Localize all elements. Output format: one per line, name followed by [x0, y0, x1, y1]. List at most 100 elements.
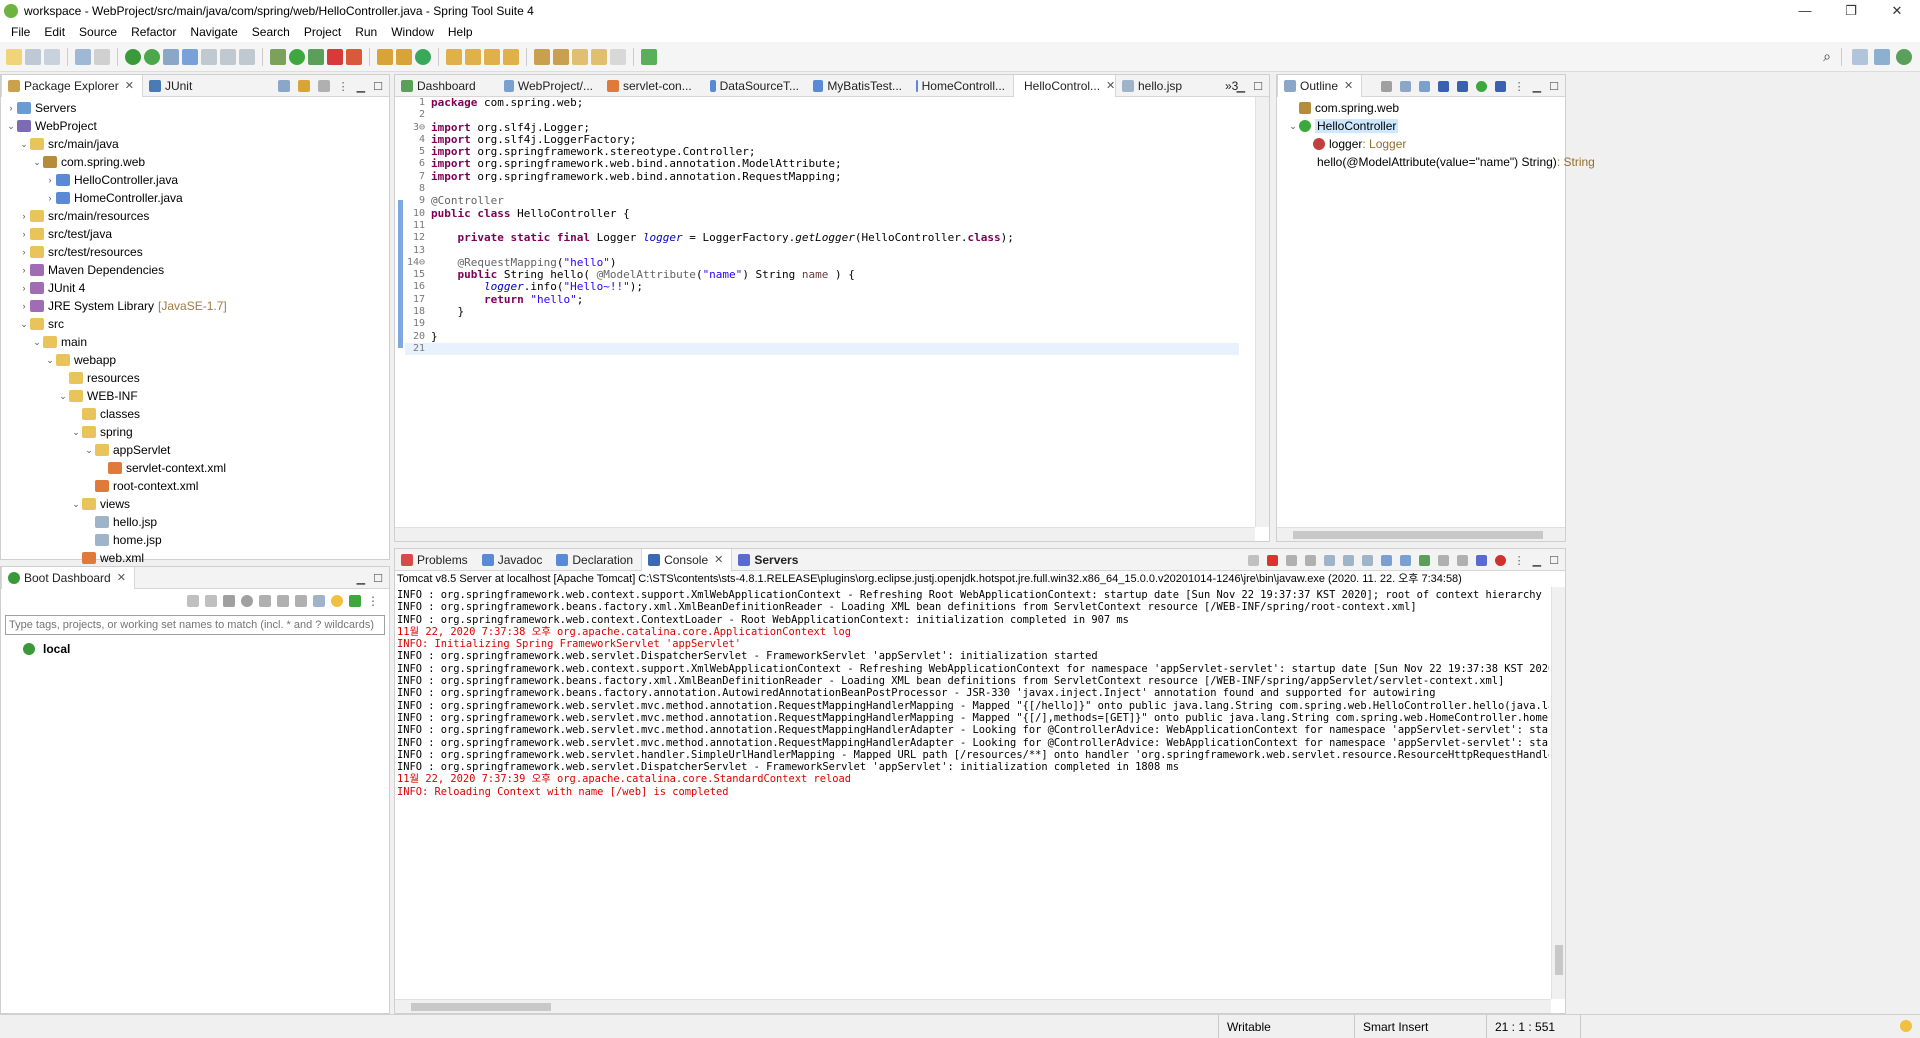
- scrollbar-thumb[interactable]: [1555, 945, 1563, 975]
- editor-tab[interactable]: hello.jsp: [1116, 75, 1219, 97]
- menu-navigate[interactable]: Navigate: [183, 25, 244, 39]
- collapsed-chevron-icon[interactable]: ›: [18, 247, 30, 257]
- tab-javadoc[interactable]: Javadoc: [476, 549, 551, 571]
- debug-icon[interactable]: [205, 595, 217, 607]
- code-line[interactable]: 18 }: [405, 305, 1239, 318]
- spring-perspective-icon[interactable]: [1896, 48, 1912, 65]
- maximize-view-icon[interactable]: ☐: [1253, 80, 1263, 93]
- outline-item[interactable]: hello(@ModelAttribute(value="name") Stri…: [1277, 153, 1595, 171]
- collapsed-chevron-icon[interactable]: ›: [18, 265, 30, 275]
- collapsed-chevron-icon[interactable]: ›: [18, 229, 30, 239]
- word-wrap-icon[interactable]: [1361, 554, 1373, 566]
- scroll-lock-icon[interactable]: [1342, 554, 1354, 566]
- tree-item[interactable]: ⌄ src: [1, 315, 389, 333]
- menu-edit[interactable]: Edit: [37, 25, 72, 39]
- spring-boot-icon[interactable]: [125, 48, 141, 65]
- tree-item[interactable]: › HomeController.java: [1, 189, 389, 207]
- remove-launch-icon[interactable]: [1285, 554, 1297, 566]
- filter-icon[interactable]: [317, 80, 330, 92]
- tree-item[interactable]: › JUnit 4: [1, 279, 389, 297]
- code-line[interactable]: 8: [405, 183, 1239, 195]
- collapsed-chevron-icon[interactable]: ›: [44, 193, 56, 203]
- code-line[interactable]: 9 @Controller: [405, 195, 1239, 207]
- editor-vertical-scrollbar[interactable]: [1255, 97, 1269, 527]
- expanded-chevron-icon[interactable]: ⌄: [70, 499, 82, 510]
- previous-annotation-icon[interactable]: [553, 48, 569, 65]
- hide-static-icon[interactable]: [1456, 80, 1468, 92]
- close-icon[interactable]: ✕: [1344, 79, 1353, 92]
- close-icon[interactable]: ✕: [714, 553, 723, 566]
- close-window-button[interactable]: ✕: [1874, 0, 1920, 22]
- code-line[interactable]: 12 private static final Logger logger = …: [405, 231, 1239, 244]
- minimize-view-icon[interactable]: ▁: [1533, 80, 1541, 93]
- tree-item[interactable]: ⌄ views: [1, 495, 389, 513]
- show-stdout-icon[interactable]: [1380, 554, 1392, 566]
- new-icon[interactable]: [6, 48, 22, 65]
- start-icon[interactable]: [187, 595, 199, 607]
- collapse-all-icon[interactable]: [277, 80, 290, 92]
- tab-boot-dashboard[interactable]: Boot Dashboard ✕: [1, 566, 135, 589]
- maximize-view-icon[interactable]: ☐: [373, 572, 383, 585]
- maximize-button[interactable]: ❐: [1828, 0, 1874, 22]
- editor-tab[interactable]: Dashboard: [395, 75, 498, 97]
- menu-source[interactable]: Source: [72, 25, 124, 39]
- menu-search[interactable]: Search: [245, 25, 297, 39]
- tab-problems[interactable]: Problems: [395, 549, 476, 571]
- tab-declaration[interactable]: Declaration: [550, 549, 641, 571]
- menu-help[interactable]: Help: [441, 25, 480, 39]
- tree-item[interactable]: ⌄ WEB-INF: [1, 387, 389, 405]
- view-menu-icon[interactable]: ⋮: [367, 594, 379, 608]
- editor-tab[interactable]: WebProject/...: [498, 75, 601, 97]
- editor-tab[interactable]: MyBatisTest...: [807, 75, 910, 97]
- add-icon[interactable]: [349, 595, 361, 607]
- tab-console[interactable]: Console ✕: [641, 548, 733, 571]
- sort-icon[interactable]: [1418, 80, 1430, 92]
- annotation-icon[interactable]: [503, 48, 519, 65]
- minimize-view-icon[interactable]: ▁: [357, 572, 365, 585]
- tree-item[interactable]: ⌄ com.spring.web: [1, 153, 389, 171]
- show-stderr-icon[interactable]: [1399, 554, 1411, 566]
- skip-breakpoints-icon[interactable]: [94, 48, 110, 65]
- maximize-view-icon[interactable]: ☐: [1549, 80, 1559, 93]
- collapsed-chevron-icon[interactable]: ›: [44, 175, 56, 185]
- new-package-icon[interactable]: [396, 48, 412, 65]
- coverage-icon[interactable]: [308, 48, 324, 65]
- expanded-chevron-icon[interactable]: ⌄: [70, 427, 82, 438]
- editor-tab[interactable]: DataSourceT...: [704, 75, 807, 97]
- lightbulb-icon[interactable]: [331, 595, 343, 607]
- forward-icon[interactable]: [610, 48, 626, 65]
- properties-icon[interactable]: [277, 595, 289, 607]
- code-line[interactable]: 10 public class HelloController {: [405, 207, 1239, 220]
- editor-tab[interactable]: servlet-con...: [601, 75, 704, 97]
- java-ee-perspective-icon[interactable]: [1874, 48, 1890, 65]
- expanded-chevron-icon[interactable]: ⌄: [31, 337, 43, 348]
- console-vertical-scrollbar[interactable]: [1551, 587, 1565, 999]
- tree-item[interactable]: › src/main/resources: [1, 207, 389, 225]
- code-line[interactable]: 2: [405, 109, 1239, 121]
- tree-item[interactable]: resources: [1, 369, 389, 387]
- scrollbar-thumb[interactable]: [411, 1003, 551, 1011]
- view-menu-icon[interactable]: ⋮: [338, 80, 349, 93]
- show-whitespace-icon[interactable]: [220, 48, 236, 65]
- toggle-mark-icon[interactable]: [182, 48, 198, 65]
- console-output[interactable]: INFO : org.springframework.web.context.s…: [397, 589, 1549, 997]
- menu-file[interactable]: File: [4, 25, 37, 39]
- menu-project[interactable]: Project: [297, 25, 348, 39]
- tree-item[interactable]: servlet-context.xml: [1, 459, 389, 477]
- debug-icon[interactable]: [270, 48, 286, 65]
- save-icon[interactable]: [25, 48, 41, 65]
- search-tool-icon[interactable]: [484, 48, 500, 65]
- code-area[interactable]: 1 package com.spring.web; 2 3⊖ import org.sl…: [405, 96, 1239, 541]
- relaunch-icon[interactable]: [144, 48, 160, 65]
- tree-item[interactable]: › src/test/java: [1, 225, 389, 243]
- code-line[interactable]: 20}: [405, 330, 1239, 343]
- tree-item[interactable]: › JRE System Library [JavaSE-1.7]: [1, 297, 389, 315]
- expanded-chevron-icon[interactable]: ⌄: [57, 391, 69, 402]
- tab-junit[interactable]: JUnit: [143, 75, 200, 97]
- view-menu-icon[interactable]: ⋮: [1514, 80, 1525, 93]
- maximize-view-icon[interactable]: ☐: [373, 80, 383, 93]
- code-line[interactable]: 19: [405, 318, 1239, 330]
- code-line[interactable]: 21: [405, 342, 1239, 356]
- minimize-view-icon[interactable]: ▁: [357, 80, 365, 93]
- display-console-icon[interactable]: [1437, 554, 1449, 566]
